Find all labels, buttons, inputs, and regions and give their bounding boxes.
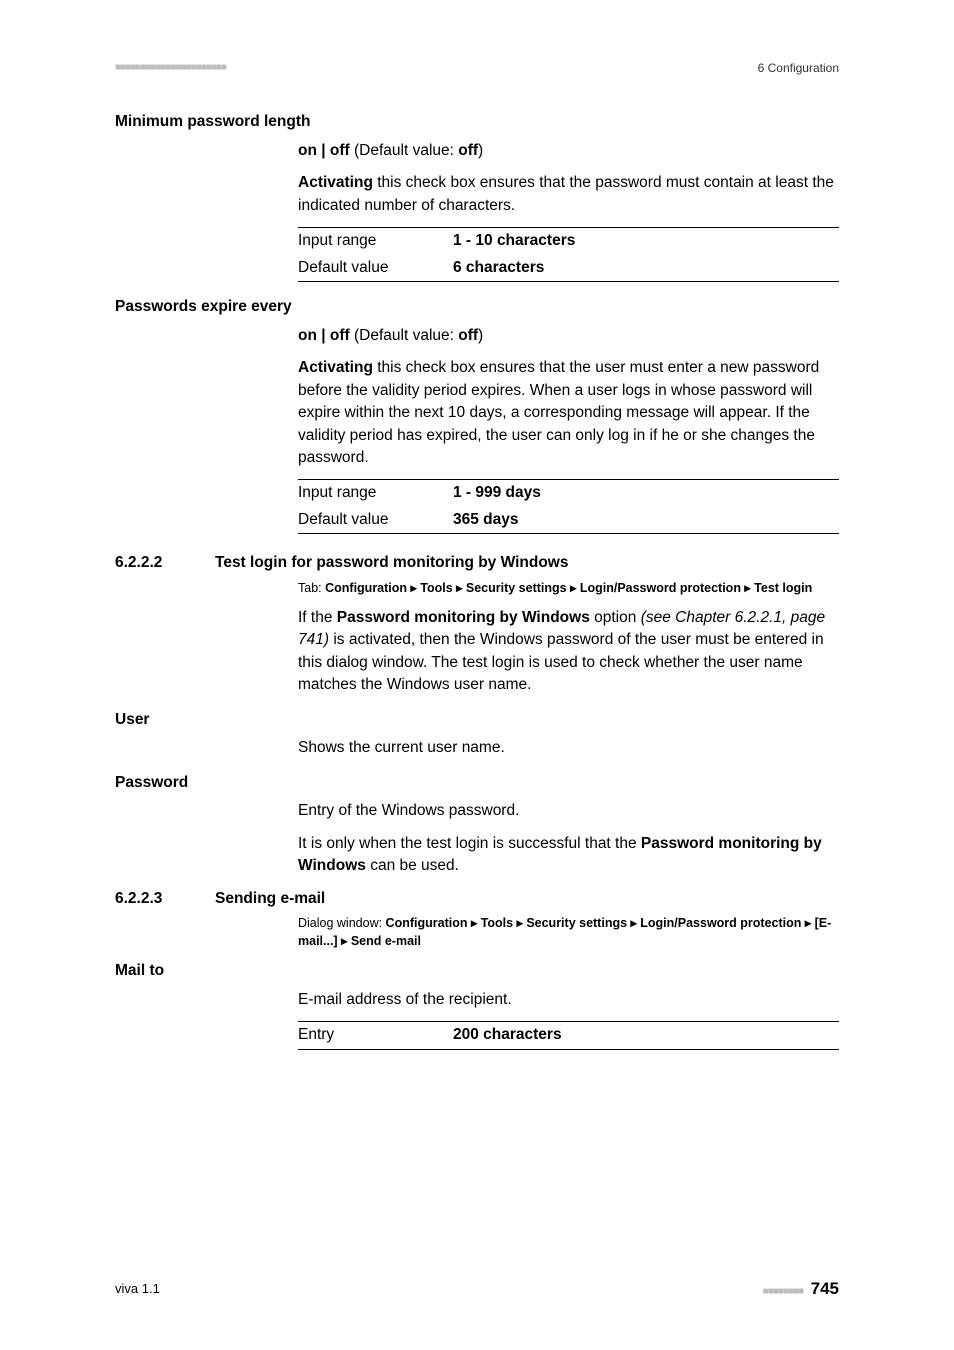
page-footer: viva 1.1 ■■■■■■■■ 745 [115, 1277, 839, 1302]
minpw-onoff-post: ) [478, 142, 483, 159]
minpw-desc-rest: this check box ensures that the password… [298, 174, 834, 213]
heading-6222-num: 6.2.2.2 [115, 552, 215, 574]
mailto-table: Entry 200 characters [298, 1021, 839, 1049]
expire-table: Input range 1 - 999 days Default value 3… [298, 479, 839, 534]
heading-6223: 6.2.2.3 Sending e-mail [115, 888, 839, 910]
mailto-text: E-mail address of the recipient. [298, 989, 839, 1011]
footer-dots: ■■■■■■■■ [763, 1286, 803, 1297]
expire-r1-c2: 1 - 999 days [453, 482, 541, 504]
header-chapter: 6 Configuration [758, 60, 839, 77]
minpw-desc: Activating this check box ensures that t… [298, 172, 839, 217]
heading-pw-expire: Passwords expire every [115, 296, 839, 318]
para-6222: If the Password monitoring by Windows op… [298, 607, 839, 697]
p6222-e: is activated, then the Windows password … [298, 631, 824, 693]
expire-r2-c1: Default value [298, 509, 453, 531]
pw-text1: Entry of the Windows password. [298, 800, 839, 822]
heading-min-pw-length: Minimum password length [115, 111, 839, 133]
minpw-table: Input range 1 - 10 characters Default va… [298, 227, 839, 282]
p6222-c: option [590, 609, 641, 626]
heading-6223-title: Sending e-mail [215, 888, 325, 910]
mailto-r1-c1: Entry [298, 1024, 453, 1046]
expire-desc-rest: this check box ensures that the user mus… [298, 359, 819, 466]
page-number: 745 [811, 1279, 839, 1298]
minpw-r1-c1: Input range [298, 230, 453, 252]
expire-onoff-mid: (Default value: [350, 327, 459, 344]
minpw-onoff-val: off [458, 142, 478, 159]
pw-text2: It is only when the test login is succes… [298, 833, 839, 878]
tab-bold: Configuration ▸ Tools ▸ Security setting… [325, 581, 812, 595]
expire-onoff-val: off [458, 327, 478, 344]
table-row: Default value 6 characters [298, 255, 839, 281]
expire-onoff: on | off (Default value: off) [298, 325, 839, 347]
heading-6222-title: Test login for password monitoring by Wi… [215, 552, 569, 574]
heading-mailto: Mail to [115, 960, 839, 982]
mailto-r1-c2: 200 characters [453, 1024, 562, 1046]
user-text: Shows the current user name. [298, 737, 839, 759]
heading-password: Password [115, 772, 839, 794]
heading-6223-num: 6.2.2.3 [115, 888, 215, 910]
minpw-onoff-mid: (Default value: [350, 142, 459, 159]
expire-r2-c2: 365 days [453, 509, 519, 531]
expire-r1-c1: Input range [298, 482, 453, 504]
minpw-r2-c2: 6 characters [453, 257, 544, 279]
minpw-onoff: on | off (Default value: off) [298, 140, 839, 162]
expire-onoff-pre: on | off [298, 327, 350, 344]
footer-left: viva 1.1 [115, 1280, 160, 1299]
heading-6222: 6.2.2.2 Test login for password monitori… [115, 552, 839, 574]
header-dots: ■■■■■■■■■■■■■■■■■■■■■■ [115, 61, 226, 76]
tab-caption-6222: Tab: Configuration ▸ Tools ▸ Security se… [298, 579, 839, 597]
table-row: Input range 1 - 999 days [298, 480, 839, 506]
p6222-b: Password monitoring by Windows [337, 609, 590, 626]
tab-pre: Tab: [298, 581, 325, 595]
expire-desc-pre: Activating [298, 359, 373, 376]
dlg-pre: Dialog window: [298, 916, 386, 930]
pw-t2-c: can be used. [366, 857, 459, 874]
minpw-r1-c2: 1 - 10 characters [453, 230, 575, 252]
heading-user: User [115, 709, 839, 731]
minpw-r2-c1: Default value [298, 257, 453, 279]
table-row: Default value 365 days [298, 507, 839, 533]
dlg-caption-6223: Dialog window: Configuration ▸ Tools ▸ S… [298, 914, 839, 950]
running-header: ■■■■■■■■■■■■■■■■■■■■■■ 6 Configuration [115, 60, 839, 77]
pw-t2-a: It is only when the test login is succes… [298, 835, 641, 852]
minpw-onoff-pre: on | off [298, 142, 350, 159]
minpw-desc-pre: Activating [298, 174, 373, 191]
expire-onoff-post: ) [478, 327, 483, 344]
table-row: Entry 200 characters [298, 1022, 839, 1048]
footer-right: ■■■■■■■■ 745 [763, 1277, 839, 1302]
expire-desc: Activating this check box ensures that t… [298, 357, 839, 469]
table-row: Input range 1 - 10 characters [298, 228, 839, 254]
p6222-a: If the [298, 609, 337, 626]
